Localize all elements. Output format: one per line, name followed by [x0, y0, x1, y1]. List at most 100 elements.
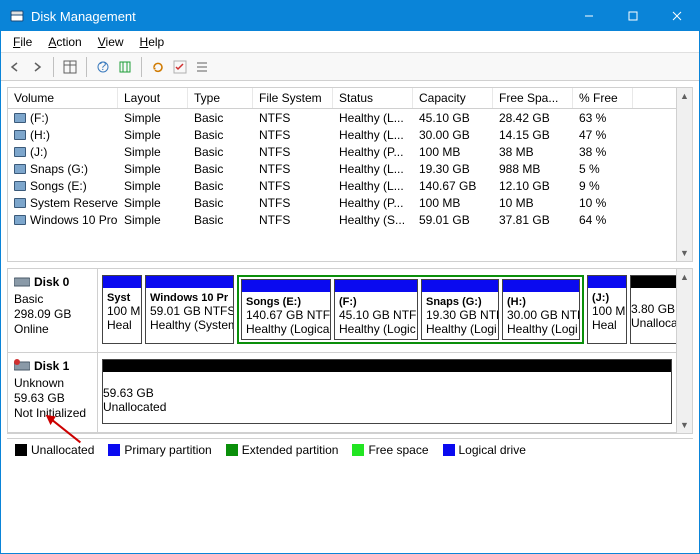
volume-status: Healthy (S...	[333, 213, 413, 227]
volume-status: Healthy (P...	[333, 145, 413, 159]
volume-row[interactable]: (F:)SimpleBasicNTFSHealthy (L...45.10 GB…	[8, 109, 692, 126]
settings-button[interactable]	[115, 57, 135, 77]
col-layout[interactable]: Layout	[118, 88, 188, 108]
titlebar[interactable]: Disk Management	[1, 1, 699, 31]
scroll-down-icon[interactable]: ▼	[677, 245, 692, 261]
logical-stripe	[335, 280, 417, 292]
disk-0-icon: Disk 0	[14, 275, 91, 289]
disk-1-icon: Disk 1	[14, 359, 91, 373]
volume-type: Basic	[188, 196, 253, 210]
disk-1-header[interactable]: Disk 1 Unknown 59.63 GB Not Initialized	[8, 353, 98, 432]
disk-1-row[interactable]: Disk 1 Unknown 59.63 GB Not Initialized …	[8, 353, 692, 433]
menu-help[interactable]: Help	[132, 33, 173, 51]
col-status[interactable]: Status	[333, 88, 413, 108]
disk-0-body: Syst100 MHeal Windows 10 Pr59.01 GB NTFS…	[98, 269, 692, 352]
check-button[interactable]	[170, 57, 190, 77]
disk-0-type: Basic	[14, 292, 91, 306]
volumes-list[interactable]: Volume Layout Type File System Status Ca…	[7, 87, 693, 262]
volume-free: 38 MB	[493, 145, 573, 159]
vertical-scrollbar[interactable]: ▲ ▼	[676, 88, 692, 261]
col-volume[interactable]: Volume	[8, 88, 118, 108]
volume-row[interactable]: (J:)SimpleBasicNTFSHealthy (P...100 MB38…	[8, 143, 692, 160]
disk-0-size: 298.09 GB	[14, 307, 91, 321]
help-button[interactable]: ?	[93, 57, 113, 77]
volume-free: 12.10 GB	[493, 179, 573, 193]
volume-name: (F:)	[30, 111, 49, 125]
volume-free: 28.42 GB	[493, 111, 573, 125]
primary-stripe	[588, 276, 626, 288]
list-button[interactable]	[192, 57, 212, 77]
forward-button[interactable]	[27, 57, 47, 77]
refresh-button[interactable]	[148, 57, 168, 77]
volume-free: 37.81 GB	[493, 213, 573, 227]
logical-stripe	[242, 280, 330, 292]
volumes-header[interactable]: Volume Layout Type File System Status Ca…	[8, 88, 692, 109]
volume-name: Windows 10 Pro (C:)	[30, 213, 118, 227]
disk-management-window: Disk Management File Action View Help ? …	[0, 0, 700, 554]
disk-0-status: Online	[14, 322, 91, 336]
primary-stripe	[146, 276, 233, 288]
volume-capacity: 30.00 GB	[413, 128, 493, 142]
disk-0-label: Disk 0	[34, 275, 69, 289]
volume-icon	[14, 181, 26, 191]
vertical-scrollbar[interactable]: ▲ ▼	[676, 269, 692, 433]
volume-capacity: 100 MB	[413, 196, 493, 210]
legend-free: Free space	[352, 442, 428, 457]
close-button[interactable]	[655, 1, 699, 31]
volume-type: Basic	[188, 179, 253, 193]
partition-songs[interactable]: Songs (E:)140.67 GB NTFSHealthy (Logica	[241, 279, 331, 340]
extended-partition[interactable]: Songs (E:)140.67 GB NTFSHealthy (Logica …	[237, 275, 584, 344]
disks-pane[interactable]: Disk 0 Basic 298.09 GB Online Syst100 MH…	[7, 268, 693, 434]
disk-0-header[interactable]: Disk 0 Basic 298.09 GB Online	[8, 269, 98, 352]
menu-action[interactable]: Action	[40, 33, 89, 51]
legend-extended: Extended partition	[226, 442, 339, 457]
scroll-down-icon[interactable]: ▼	[677, 417, 692, 433]
volume-pfree: 47 %	[573, 128, 633, 142]
maximize-button[interactable]	[611, 1, 655, 31]
volume-free: 10 MB	[493, 196, 573, 210]
toolbar-separator	[141, 57, 142, 77]
volume-pfree: 63 %	[573, 111, 633, 125]
col-free[interactable]: Free Spa...	[493, 88, 573, 108]
details-view-button[interactable]	[60, 57, 80, 77]
volume-type: Basic	[188, 128, 253, 142]
volume-row[interactable]: (H:)SimpleBasicNTFSHealthy (L...30.00 GB…	[8, 126, 692, 143]
disk-0-row[interactable]: Disk 0 Basic 298.09 GB Online Syst100 MH…	[8, 269, 692, 353]
scroll-up-icon[interactable]: ▲	[677, 88, 692, 104]
partition-windows[interactable]: Windows 10 Pr59.01 GB NTFSHealthy (Syste…	[145, 275, 234, 344]
col-type[interactable]: Type	[188, 88, 253, 108]
volume-layout: Simple	[118, 196, 188, 210]
back-button[interactable]	[5, 57, 25, 77]
volume-fs: NTFS	[253, 111, 333, 125]
volume-icon	[14, 198, 26, 208]
disk-1-size: 59.63 GB	[14, 391, 91, 405]
unallocated-disk1[interactable]: 59.63 GBUnallocated	[102, 359, 672, 424]
col-pfree[interactable]: % Free	[573, 88, 633, 108]
volume-row[interactable]: Windows 10 Pro (C:)SimpleBasicNTFSHealth…	[8, 211, 692, 228]
minimize-button[interactable]	[567, 1, 611, 31]
scroll-up-icon[interactable]: ▲	[677, 269, 692, 285]
partition-snaps[interactable]: Snaps (G:)19.30 GB NTFHealthy (Logi	[421, 279, 499, 340]
partition-h[interactable]: (H:)30.00 GB NTFHealthy (Logi	[502, 279, 580, 340]
volume-status: Healthy (L...	[333, 128, 413, 142]
menu-file[interactable]: File	[5, 33, 40, 51]
partition-j[interactable]: (J:)100 MHeal	[587, 275, 627, 344]
partition-system-reserved[interactable]: Syst100 MHeal	[102, 275, 142, 344]
toolbar-separator	[53, 57, 54, 77]
volume-name: Snaps (G:)	[30, 162, 88, 176]
volume-fs: NTFS	[253, 145, 333, 159]
volume-layout: Simple	[118, 162, 188, 176]
menubar: File Action View Help	[1, 31, 699, 53]
logical-stripe	[422, 280, 498, 292]
partition-f[interactable]: (F:)45.10 GB NTFSHealthy (Logic	[334, 279, 418, 340]
col-capacity[interactable]: Capacity	[413, 88, 493, 108]
volume-fs: NTFS	[253, 196, 333, 210]
volume-capacity: 45.10 GB	[413, 111, 493, 125]
volume-row[interactable]: System Reserved (I:)SimpleBasicNTFSHealt…	[8, 194, 692, 211]
volume-row[interactable]: Snaps (G:)SimpleBasicNTFSHealthy (L...19…	[8, 160, 692, 177]
legend-logical: Logical drive	[443, 442, 526, 457]
volume-row[interactable]: Songs (E:)SimpleBasicNTFSHealthy (L...14…	[8, 177, 692, 194]
menu-view[interactable]: View	[90, 33, 132, 51]
col-fs[interactable]: File System	[253, 88, 333, 108]
volume-icon	[14, 147, 26, 157]
